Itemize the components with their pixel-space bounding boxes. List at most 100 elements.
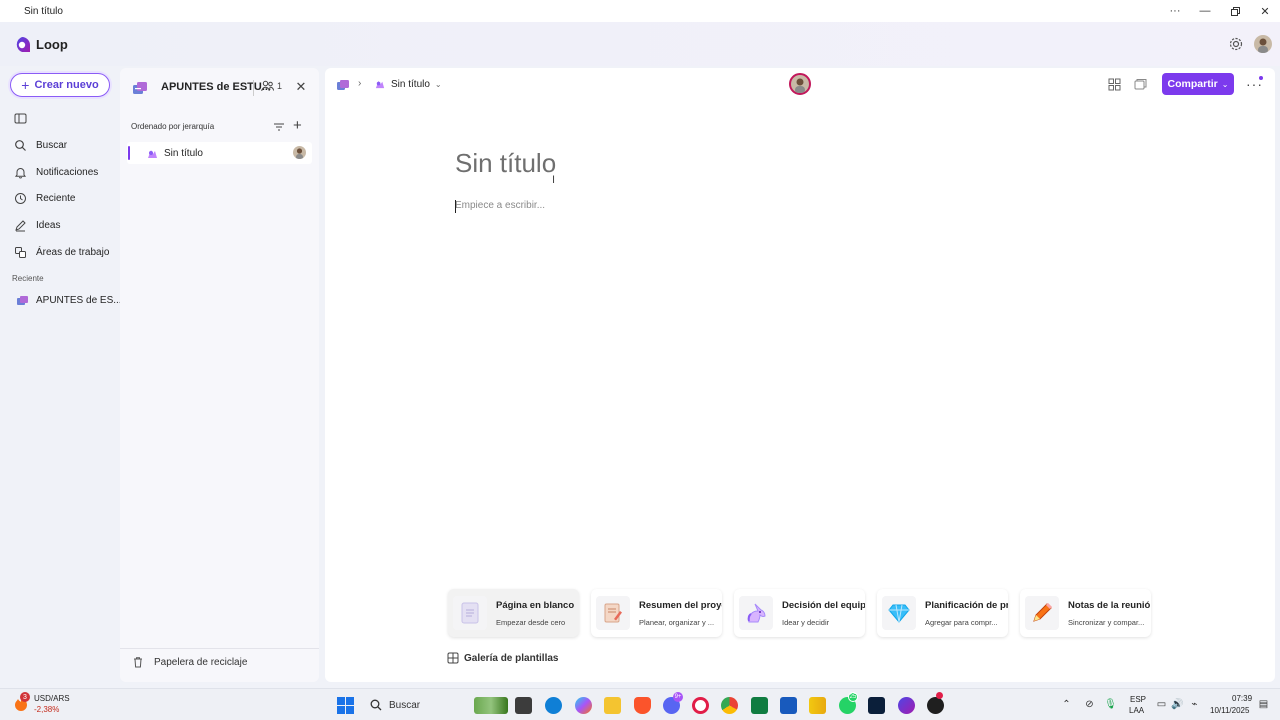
- close-panel-button[interactable]: ✕: [294, 79, 308, 94]
- components-icon[interactable]: [1108, 78, 1121, 91]
- document-body-placeholder[interactable]: Empiece a escribir...: [455, 200, 545, 213]
- document-title[interactable]: Sin título: [455, 148, 556, 179]
- taskbar-search[interactable]: Buscar: [362, 695, 467, 715]
- collaborator-avatar[interactable]: [789, 73, 811, 95]
- nav-notifications[interactable]: Notificaciones: [14, 162, 98, 182]
- filter-icon[interactable]: [273, 121, 285, 133]
- chevron-up-icon[interactable]: ⌃: [1060, 698, 1073, 711]
- restore-icon: [1230, 6, 1240, 16]
- pages-icon[interactable]: [1134, 78, 1147, 91]
- nav-search-label: Buscar: [36, 139, 68, 151]
- create-new-label: Crear nuevo: [34, 79, 99, 91]
- divider: [120, 648, 319, 649]
- clock-icon: [15, 192, 26, 204]
- microphone-icon[interactable]: 🎙: [1104, 698, 1117, 711]
- opera-browser-icon[interactable]: [692, 697, 709, 714]
- volume-icon[interactable]: 🔊: [1171, 698, 1184, 711]
- text-cursor-icon: I: [552, 174, 556, 186]
- app-name: Loop: [36, 37, 68, 52]
- workspace-members-button[interactable]: 1: [261, 80, 282, 92]
- template-subtitle: Planear, organizar y ...: [639, 617, 715, 627]
- pencil-icon: [1025, 596, 1059, 630]
- window-titlebar: Sin título ··· — ✕: [0, 0, 1280, 22]
- search-icon: [15, 139, 26, 151]
- window-minimize-button[interactable]: —: [1190, 0, 1220, 22]
- breadcrumb-page-label: Sin título: [391, 78, 430, 90]
- workspace-icon: [17, 295, 28, 305]
- excel-icon[interactable]: [751, 697, 768, 714]
- obs-icon[interactable]: [927, 697, 944, 714]
- terminal-app-icon[interactable]: [515, 697, 532, 714]
- fx-label[interactable]: USD/ARS: [34, 694, 70, 703]
- gallery-grid-icon: [447, 652, 459, 664]
- recent-item-workspace[interactable]: APUNTES de ES...: [16, 290, 122, 310]
- workspace-title[interactable]: APUNTES de ESTU...: [161, 81, 271, 93]
- nav-recent[interactable]: Reciente: [14, 188, 75, 208]
- brave-browser-icon[interactable]: [634, 697, 651, 714]
- template-subtitle: Agregar para compr...: [925, 617, 998, 627]
- recycle-bin-label: Papelera de reciclaje: [154, 656, 248, 668]
- template-card-project-summary[interactable]: Resumen del proyecto Planear, organizar …: [591, 589, 722, 637]
- nav-ideas-label: Ideas: [36, 219, 61, 231]
- people-icon: [261, 80, 274, 92]
- breadcrumb-page[interactable]: Sin título ⌄: [374, 78, 442, 90]
- display-icon[interactable]: ▭: [1155, 698, 1168, 711]
- template-subtitle: Idear y decidir: [782, 617, 830, 627]
- loop-app-icon[interactable]: [898, 697, 915, 714]
- start-button[interactable]: [337, 697, 354, 714]
- pen-icon: [15, 219, 26, 231]
- create-new-button[interactable]: + Crear nuevo: [10, 73, 110, 97]
- nav-toggle-pane[interactable]: [14, 108, 27, 128]
- template-gallery-link[interactable]: Galería de plantillas: [447, 652, 558, 664]
- battery-icon[interactable]: ⌁: [1188, 698, 1201, 711]
- template-card-team-decision[interactable]: Decisión del equipo Idear y decidir: [734, 589, 865, 637]
- clock-date: 10/11/2025: [1210, 706, 1250, 715]
- tree-page-label: Sin título: [164, 147, 203, 159]
- notepad-icon: [596, 596, 630, 630]
- selected-indicator: [128, 146, 130, 160]
- notification-dot: [1259, 76, 1263, 80]
- minimize-icon: —: [1199, 5, 1211, 17]
- add-page-button[interactable]: +: [293, 118, 302, 133]
- recording-dot: [936, 692, 943, 699]
- share-button[interactable]: Compartir ⌄: [1162, 73, 1234, 95]
- template-card-meeting-notes[interactable]: Notas de la reunión Sincronizar y compar…: [1020, 589, 1151, 637]
- language-label[interactable]: ESP: [1130, 695, 1146, 704]
- window-more-button[interactable]: ···: [1160, 0, 1190, 22]
- chevron-down-icon: ⌄: [434, 79, 442, 89]
- breadcrumb-workspace-icon[interactable]: [336, 79, 350, 91]
- file-explorer-icon[interactable]: [604, 697, 621, 714]
- window-close-button[interactable]: ✕: [1250, 0, 1280, 22]
- template-card-project-planning[interactable]: Planificación de proyectos Agregar para …: [877, 589, 1008, 637]
- bell-icon: [14, 167, 27, 178]
- settings-gear-icon[interactable]: [1228, 36, 1244, 52]
- nav-recent-label: Reciente: [36, 192, 76, 204]
- taskbar-search-label: Buscar: [389, 699, 421, 711]
- nav-search[interactable]: Buscar: [14, 135, 67, 155]
- more-icon: ···: [1169, 5, 1181, 17]
- power-bi-icon[interactable]: [809, 697, 826, 714]
- tree-page-item[interactable]: Sin título: [127, 142, 312, 164]
- nav-ideas[interactable]: Ideas: [14, 215, 60, 235]
- editor-app-icon[interactable]: [868, 697, 885, 714]
- widgets-image-icon[interactable]: [474, 697, 508, 714]
- pane-icon: [14, 113, 27, 123]
- clock-time[interactable]: 07:39: [1232, 694, 1252, 703]
- user-avatar[interactable]: [1254, 35, 1272, 53]
- network-offline-icon[interactable]: ⊘: [1083, 698, 1096, 711]
- template-title: Página en blanco: [496, 599, 575, 611]
- template-subtitle: Sincronizar y compar...: [1068, 617, 1145, 627]
- template-title: Decisión del equipo: [782, 599, 865, 611]
- window-restore-button[interactable]: [1220, 0, 1250, 22]
- nav-workspaces[interactable]: Áreas de trabajo: [14, 242, 109, 262]
- recycle-bin-link[interactable]: Papelera de reciclaje: [132, 656, 247, 668]
- template-card-blank[interactable]: Página en blanco Empezar desde cero: [448, 589, 579, 637]
- workspace-icon: [133, 82, 147, 94]
- edge-browser-icon[interactable]: [545, 697, 562, 714]
- chrome-browser-icon[interactable]: [721, 697, 738, 714]
- word-icon[interactable]: [780, 697, 797, 714]
- plus-icon: +: [21, 77, 30, 93]
- copilot-icon[interactable]: [575, 697, 592, 714]
- notification-center-icon[interactable]: ▤: [1257, 698, 1270, 711]
- workspace-tree-panel: APUNTES de ESTU... 1 ✕ Ordenado por jera…: [120, 68, 319, 682]
